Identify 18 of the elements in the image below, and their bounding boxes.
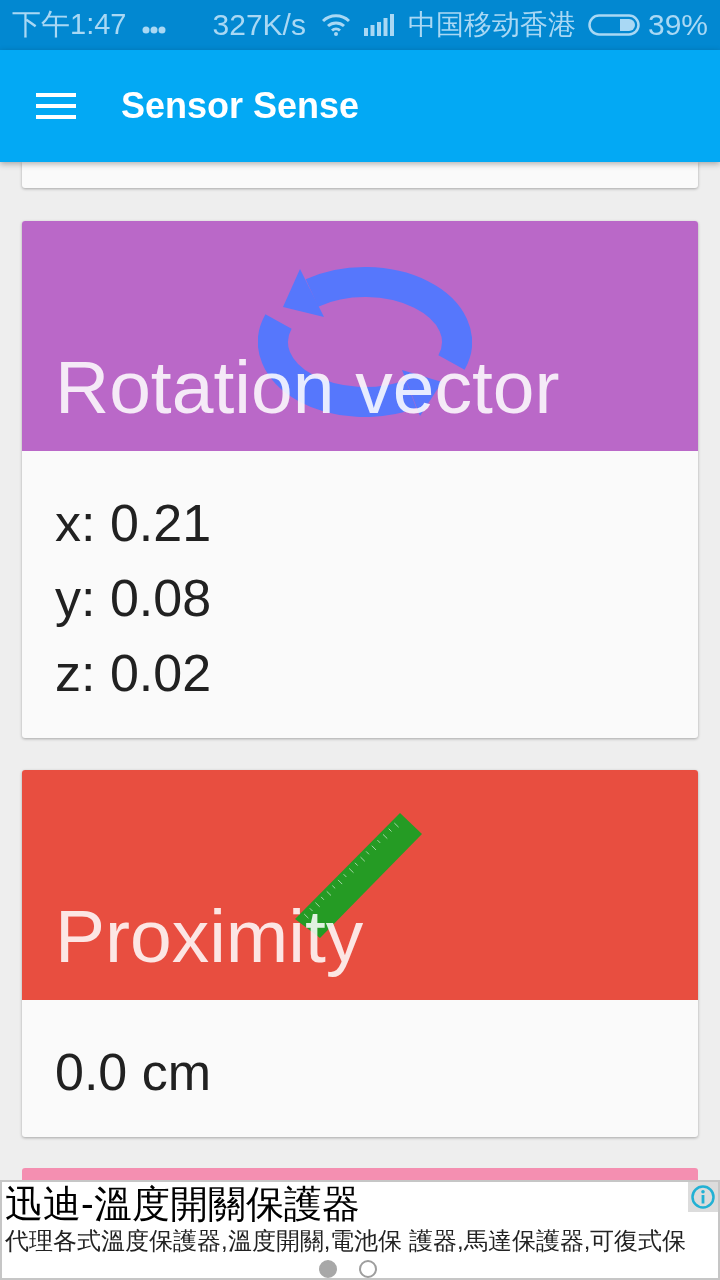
- carrier-name: 中国移动香港: [407, 8, 576, 42]
- wifi-icon: [321, 14, 350, 36]
- sensor-reading: 0.0 cm: [55, 1042, 212, 1103]
- sensor-reading: y: 0.08: [55, 568, 212, 629]
- info-icon[interactable]: [688, 1182, 718, 1212]
- sensor-reading: z: 0.02: [55, 643, 212, 704]
- signal-icon: [363, 14, 394, 36]
- more-icon: [142, 26, 167, 34]
- ad-text: 代理各式溫度保護器,溫度開關,電池保 護器,馬達保護器,可復式保: [5, 1226, 687, 1256]
- network-speed: 327K/s: [212, 8, 306, 42]
- app-title: Sensor Sense: [121, 85, 360, 127]
- sensor-reading: x: 0.21: [55, 493, 212, 554]
- status-time: 下午1:47: [12, 7, 127, 42]
- battery-percent: 39%: [647, 8, 708, 42]
- ad-banner[interactable]: 迅迪-溫度開關保護器 代理各式溫度保護器,溫度開關,電池保 護器,馬達保護器,可復式保: [0, 1180, 720, 1280]
- battery-icon: [587, 14, 640, 36]
- menu-icon[interactable]: [36, 92, 76, 120]
- ad-title[interactable]: 迅迪-溫度開關保護器: [5, 1182, 360, 1226]
